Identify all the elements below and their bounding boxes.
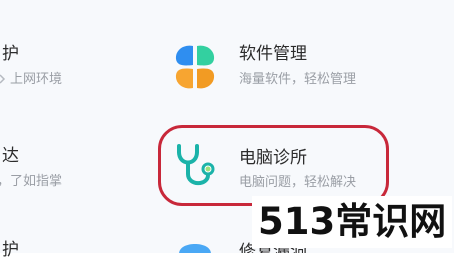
tool-title: 护	[2, 240, 19, 260]
tool-title: 电脑诊所	[239, 148, 307, 168]
tool-desc: 上网环境	[10, 72, 63, 87]
stethoscope-icon	[170, 142, 220, 192]
tool-desc: 电脑问题，轻松解决	[239, 175, 357, 190]
tool-title: 软件管理	[239, 44, 307, 64]
tool-desc: 海量软件，轻松管理	[239, 72, 357, 87]
tool-title: 达	[2, 146, 19, 166]
shield-icon	[175, 242, 215, 253]
tool-item-left-bottom[interactable]: 护	[0, 240, 40, 260]
tool-item-hardware-info[interactable]: 达 ，了如指掌	[0, 140, 140, 200]
tool-item-network-protection[interactable]: 护 上网环境	[0, 38, 140, 98]
tool-item-computer-diagnosis[interactable]: 电脑诊所 电脑问题，轻松解决	[158, 125, 389, 206]
chevron-right-icon	[0, 74, 6, 84]
tool-desc: ，了如指掌	[0, 174, 63, 189]
tool-title: 护	[2, 44, 19, 64]
clover-icon	[170, 42, 220, 92]
watermark-text: 513常识网	[252, 196, 453, 248]
tool-item-software-manager[interactable]: 软件管理 海量软件，轻松管理	[165, 38, 395, 98]
